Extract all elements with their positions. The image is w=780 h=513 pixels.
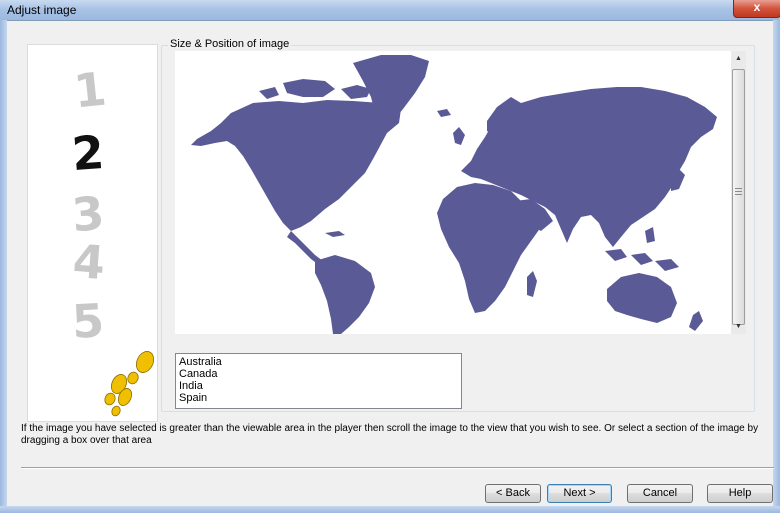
window-frame-left xyxy=(0,20,7,513)
window-frame-right xyxy=(773,20,780,513)
scroll-thumb[interactable] xyxy=(732,69,745,325)
scroll-down-icon[interactable]: ▼ xyxy=(731,319,746,334)
close-button[interactable]: x xyxy=(733,0,780,18)
list-item[interactable]: Canada xyxy=(179,368,218,380)
scroll-up-icon[interactable]: ▲ xyxy=(731,51,746,66)
step-indicator: 1 2 3 4 5 xyxy=(70,61,155,417)
separator xyxy=(21,467,774,469)
cancel-button[interactable]: Cancel xyxy=(627,484,693,503)
step-indicator-panel: 1 2 3 4 5 xyxy=(27,44,158,422)
close-icon: x xyxy=(753,0,761,14)
window-title: Adjust image xyxy=(7,3,77,17)
grip-icon xyxy=(735,188,742,197)
image-viewport[interactable] xyxy=(175,51,731,334)
window-frame-bottom xyxy=(0,506,780,513)
back-button[interactable]: < Back xyxy=(485,484,541,503)
help-button[interactable]: Help xyxy=(707,484,773,503)
step-number-1: 1 xyxy=(71,61,108,118)
instruction-text: If the image you have selected is greate… xyxy=(21,423,759,446)
step-number-4: 4 xyxy=(71,234,107,290)
footprints-icon xyxy=(104,351,155,417)
list-item[interactable]: Australia xyxy=(179,356,222,368)
step-number-2: 2 xyxy=(70,125,106,181)
next-button[interactable]: Next > xyxy=(547,484,612,503)
group-label: Size & Position of image xyxy=(168,38,292,50)
list-item[interactable]: Spain xyxy=(179,392,207,404)
world-map-image[interactable] xyxy=(175,51,731,334)
country-listbox[interactable]: Australia Canada India Spain xyxy=(175,353,462,409)
list-item[interactable]: India xyxy=(179,380,203,392)
title-bar: Adjust image x xyxy=(0,0,780,21)
vertical-scrollbar[interactable]: ▲ ▼ xyxy=(731,51,746,334)
step-number-5: 5 xyxy=(71,293,106,349)
